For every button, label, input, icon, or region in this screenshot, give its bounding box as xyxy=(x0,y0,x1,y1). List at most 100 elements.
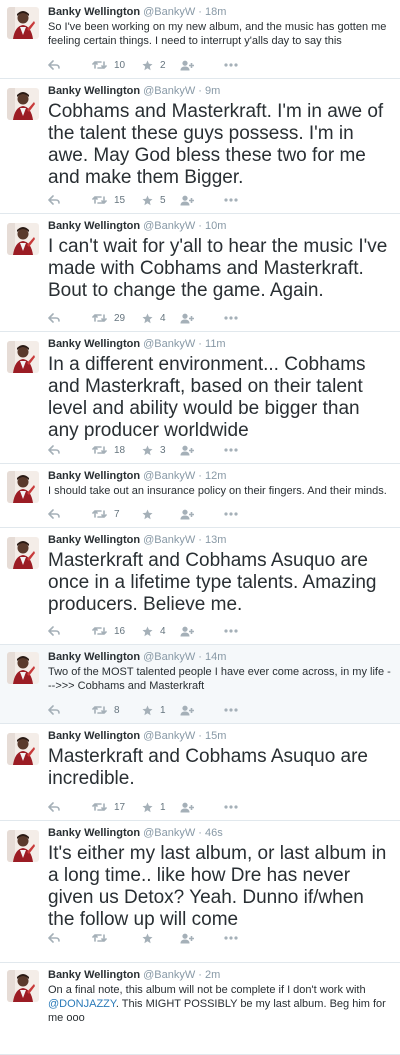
more-button[interactable] xyxy=(224,703,238,717)
mention-link[interactable]: @DONJAZZY xyxy=(48,998,116,1010)
avatar[interactable] xyxy=(7,341,39,373)
more-button[interactable] xyxy=(224,624,238,638)
more-button[interactable] xyxy=(224,311,238,325)
user-handle[interactable]: @BankyW xyxy=(143,969,195,981)
tweet[interactable]: Banky Wellington @BankyW · 18m So I've bee… xyxy=(0,0,400,79)
retweet-button[interactable]: 16 xyxy=(92,624,125,638)
follow-button[interactable] xyxy=(180,624,194,638)
avatar[interactable] xyxy=(7,830,39,862)
avatar[interactable] xyxy=(7,537,39,569)
timestamp[interactable]: 15m xyxy=(205,730,226,742)
retweet-button[interactable]: 8 xyxy=(92,703,120,717)
follow-button[interactable] xyxy=(180,443,194,457)
tweet[interactable]: Banky Wellington @BankyW · 14m Two of the … xyxy=(0,645,400,724)
reply-button[interactable] xyxy=(48,443,60,457)
favorite-button[interactable]: 2 xyxy=(142,58,166,72)
user-name[interactable]: Banky Wellington xyxy=(48,827,140,839)
user-handle[interactable]: @BankyW xyxy=(143,827,195,839)
more-button[interactable] xyxy=(224,800,238,814)
separator: · xyxy=(198,534,202,546)
more-button[interactable] xyxy=(224,193,238,207)
user-handle[interactable]: @BankyW xyxy=(143,220,195,232)
timestamp[interactable]: 9m xyxy=(205,85,220,97)
reply-button[interactable] xyxy=(48,311,60,325)
avatar[interactable] xyxy=(7,970,39,1002)
timestamp[interactable]: 18m xyxy=(205,6,226,18)
favorite-button[interactable] xyxy=(142,507,160,521)
retweet-button[interactable]: 18 xyxy=(92,443,125,457)
timestamp[interactable]: 14m xyxy=(205,651,226,663)
tweet[interactable]: Banky Wellington @BankyW · 12m I should ta… xyxy=(0,464,400,528)
avatar[interactable] xyxy=(7,88,39,120)
favorite-button[interactable]: 1 xyxy=(142,800,166,814)
separator: · xyxy=(198,85,202,97)
tweet[interactable]: Banky Wellington @BankyW · 46s It's either… xyxy=(0,821,400,963)
avatar[interactable] xyxy=(7,223,39,255)
user-name[interactable]: Banky Wellington xyxy=(48,534,140,546)
follow-button[interactable] xyxy=(180,507,194,521)
user-handle[interactable]: @BankyW xyxy=(143,338,195,350)
reply-button[interactable] xyxy=(48,507,60,521)
retweet-button[interactable] xyxy=(92,931,114,945)
avatar[interactable] xyxy=(7,471,39,503)
follow-button[interactable] xyxy=(180,703,194,717)
user-name[interactable]: Banky Wellington xyxy=(48,730,140,742)
timestamp[interactable]: 13m xyxy=(205,534,226,546)
user-name[interactable]: Banky Wellington xyxy=(48,470,140,482)
follow-button[interactable] xyxy=(180,193,194,207)
follow-button[interactable] xyxy=(180,800,194,814)
reply-button[interactable] xyxy=(48,703,60,717)
favorite-button[interactable]: 1 xyxy=(142,703,166,717)
user-name[interactable]: Banky Wellington xyxy=(48,6,140,18)
user-handle[interactable]: @BankyW xyxy=(143,470,195,482)
follow-button[interactable] xyxy=(180,931,194,945)
reply-button[interactable] xyxy=(48,931,60,945)
favorite-button[interactable]: 3 xyxy=(142,443,166,457)
user-name[interactable]: Banky Wellington xyxy=(48,969,140,981)
favorite-button[interactable]: 4 xyxy=(142,624,166,638)
avatar[interactable] xyxy=(7,7,39,39)
retweet-button[interactable]: 15 xyxy=(92,193,125,207)
follow-button[interactable] xyxy=(180,58,194,72)
user-name[interactable]: Banky Wellington xyxy=(48,220,140,232)
avatar[interactable] xyxy=(7,733,39,765)
user-name[interactable]: Banky Wellington xyxy=(48,651,140,663)
timestamp[interactable]: 46s xyxy=(205,827,223,839)
more-button[interactable] xyxy=(224,58,238,72)
user-handle[interactable]: @BankyW xyxy=(143,534,195,546)
user-handle[interactable]: @BankyW xyxy=(143,651,195,663)
timestamp[interactable]: 11m xyxy=(205,338,226,350)
user-name[interactable]: Banky Wellington xyxy=(48,338,140,350)
favorite-button[interactable]: 5 xyxy=(142,193,166,207)
retweet-button[interactable]: 29 xyxy=(92,311,125,325)
more-icon xyxy=(224,936,238,940)
user-handle[interactable]: @BankyW xyxy=(143,6,195,18)
timestamp[interactable]: 10m xyxy=(205,220,226,232)
avatar[interactable] xyxy=(7,652,39,684)
more-button[interactable] xyxy=(224,931,238,945)
user-handle[interactable]: @BankyW xyxy=(143,85,195,97)
follow-button[interactable] xyxy=(180,311,194,325)
favorite-button[interactable] xyxy=(142,931,160,945)
retweet-button[interactable]: 7 xyxy=(92,507,120,521)
user-handle[interactable]: @BankyW xyxy=(143,730,195,742)
star-icon xyxy=(142,626,153,637)
tweet[interactable]: Banky Wellington @BankyW · 11m In a differ… xyxy=(0,332,400,464)
retweet-button[interactable]: 17 xyxy=(92,800,125,814)
user-name[interactable]: Banky Wellington xyxy=(48,85,140,97)
reply-button[interactable] xyxy=(48,193,60,207)
more-button[interactable] xyxy=(224,507,238,521)
timestamp[interactable]: 12m xyxy=(205,470,226,482)
timestamp[interactable]: 2m xyxy=(205,969,220,981)
tweet[interactable]: Banky Wellington @BankyW · 10m I can't wai… xyxy=(0,214,400,332)
reply-button[interactable] xyxy=(48,800,60,814)
more-button[interactable] xyxy=(224,443,238,457)
favorite-button[interactable]: 4 xyxy=(142,311,166,325)
retweet-button[interactable]: 10 xyxy=(92,58,125,72)
reply-button[interactable] xyxy=(48,624,60,638)
reply-button[interactable] xyxy=(48,58,60,72)
tweet[interactable]: Banky Wellington @BankyW · 2m On a final n… xyxy=(0,963,400,1055)
tweet[interactable]: Banky Wellington @BankyW · 13m Masterkraft… xyxy=(0,528,400,645)
tweet[interactable]: Banky Wellington @BankyW · 15m Masterkraft… xyxy=(0,724,400,821)
tweet[interactable]: Banky Wellington @BankyW · 9m Cobhams and … xyxy=(0,79,400,214)
